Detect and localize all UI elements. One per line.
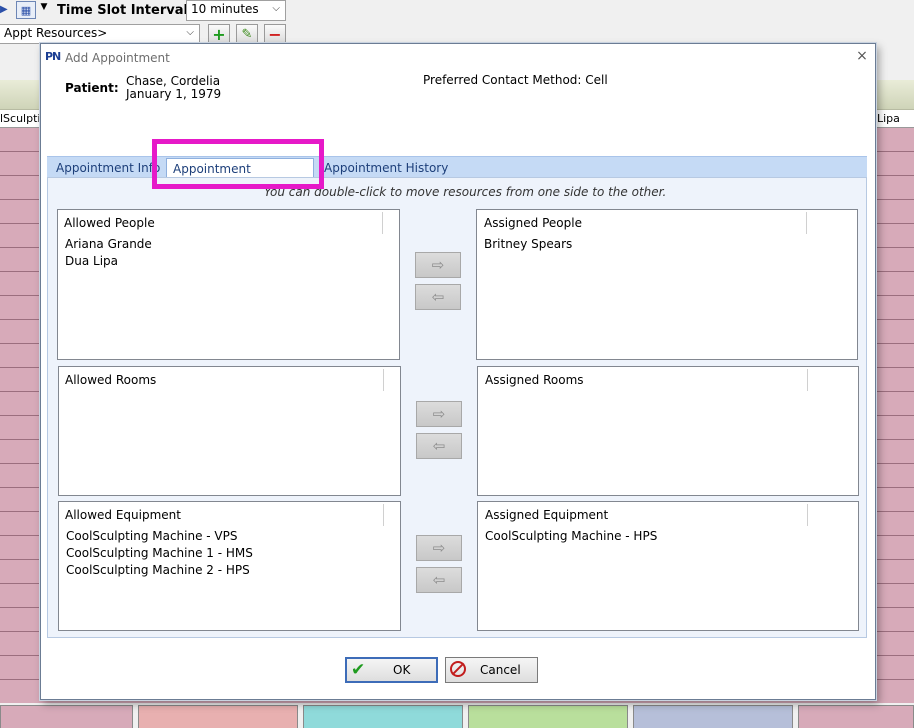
column-left-name: lSculpti: [0, 112, 41, 125]
ok-button[interactable]: ✔ OK: [345, 657, 438, 683]
assigned-equipment-list[interactable]: Assigned Equipment CoolSculpting Machine…: [477, 501, 859, 631]
preferred-contact: Preferred Contact Method: Cell: [423, 73, 608, 87]
app-logo-icon: PN: [45, 50, 61, 63]
minus-icon[interactable]: −: [264, 24, 286, 44]
list-item[interactable]: CoolSculpting Machine 2 - HPS: [66, 563, 250, 577]
footer-cell: [0, 705, 133, 728]
time-slot-label: Time Slot Interval:: [57, 3, 194, 18]
allowed-people-list[interactable]: Allowed People Ariana Grande Dua Lipa: [57, 209, 400, 360]
arrow-left-icon: ⇦: [431, 288, 445, 306]
time-slot-value: 10 minutes: [191, 2, 259, 16]
cancel-button[interactable]: Cancel: [445, 657, 538, 683]
list-item[interactable]: CoolSculpting Machine - HPS: [485, 529, 657, 543]
allowed-rooms-list[interactable]: Allowed Rooms: [58, 366, 401, 496]
resources-panel: You can double-click to move resources f…: [47, 177, 867, 638]
column-divider: [383, 504, 384, 526]
move-left-button[interactable]: ⇦: [415, 284, 461, 310]
calendar-dropdown-icon[interactable]: ▼: [37, 2, 51, 18]
allowed-equipment-list[interactable]: Allowed Equipment CoolSculpting Machine …: [58, 501, 401, 631]
list-item[interactable]: Dua Lipa: [65, 254, 118, 268]
footer-cell: [303, 705, 463, 728]
column-divider: [383, 369, 384, 391]
column-divider: [806, 212, 807, 234]
arrow-icon: ▶: [0, 4, 8, 15]
footer-cell: [633, 705, 793, 728]
move-right-button[interactable]: ⇨: [416, 401, 462, 427]
plus-icon[interactable]: +: [208, 24, 230, 44]
close-icon[interactable]: ×: [853, 48, 871, 66]
arrow-left-icon: ⇦: [432, 571, 446, 589]
cancel-label: Cancel: [480, 663, 521, 677]
allowed-rooms-header: Allowed Rooms: [65, 373, 157, 387]
patient-label: Patient:: [65, 81, 119, 95]
footer-cell: [138, 705, 298, 728]
dialog-title: Add Appointment: [65, 51, 170, 65]
dialog-titlebar[interactable]: PN Add Appointment ×: [41, 44, 875, 72]
arrow-right-icon: ⇨: [432, 539, 446, 557]
arrow-right-icon: ⇨: [431, 256, 445, 274]
column-right-name: Lipa: [877, 112, 900, 125]
resources-select[interactable]: Appt Resources> ⌵: [0, 24, 200, 44]
footer-cell: [468, 705, 628, 728]
column-divider: [807, 369, 808, 391]
move-right-button[interactable]: ⇨: [416, 535, 462, 561]
arrow-right-icon: ⇨: [432, 405, 446, 423]
chevron-down-icon: ⌵: [272, 3, 280, 14]
column-divider: [382, 212, 383, 234]
tab-highlight-annotation: [152, 139, 324, 189]
assigned-equipment-header: Assigned Equipment: [485, 508, 609, 522]
assigned-rooms-list[interactable]: Assigned Rooms: [477, 366, 859, 496]
assigned-people-header: Assigned People: [484, 216, 582, 230]
allowed-equipment-header: Allowed Equipment: [65, 508, 181, 522]
ok-label: OK: [393, 663, 411, 677]
move-left-button[interactable]: ⇦: [416, 433, 462, 459]
list-item[interactable]: Ariana Grande: [65, 237, 152, 251]
arrow-left-icon: ⇦: [432, 437, 446, 455]
allowed-people-header: Allowed People: [64, 216, 155, 230]
checkmark-icon: ✔: [351, 660, 366, 680]
patient-dob: January 1, 1979: [126, 87, 222, 101]
list-item[interactable]: CoolSculpting Machine 1 - HMS: [66, 546, 253, 560]
calendar-icon[interactable]: ▦: [16, 1, 36, 19]
assigned-rooms-header: Assigned Rooms: [485, 373, 584, 387]
cancel-icon: [450, 661, 466, 677]
assigned-people-list[interactable]: Assigned People Britney Spears: [476, 209, 858, 360]
time-slot-select[interactable]: 10 minutes ⌵: [186, 0, 286, 21]
list-item[interactable]: Britney Spears: [484, 237, 572, 251]
move-right-button[interactable]: ⇨: [415, 252, 461, 278]
chevron-down-icon: ⌵: [186, 27, 194, 38]
tab-appointment-history[interactable]: Appointment History: [318, 158, 458, 178]
pencil-icon[interactable]: ✎: [236, 24, 258, 44]
column-divider: [807, 504, 808, 526]
resources-select-value: Appt Resources>: [4, 26, 108, 40]
move-left-button[interactable]: ⇦: [416, 567, 462, 593]
list-item[interactable]: CoolSculpting Machine - VPS: [66, 529, 238, 543]
background-toolbar: ▶ ▦ ▼ Time Slot Interval: 10 minutes ⌵ A…: [0, 0, 914, 44]
hint-text: You can double-click to move resources f…: [264, 185, 667, 199]
footer-cell: [798, 705, 914, 728]
patient-name: Chase, Cordelia: [126, 74, 221, 88]
